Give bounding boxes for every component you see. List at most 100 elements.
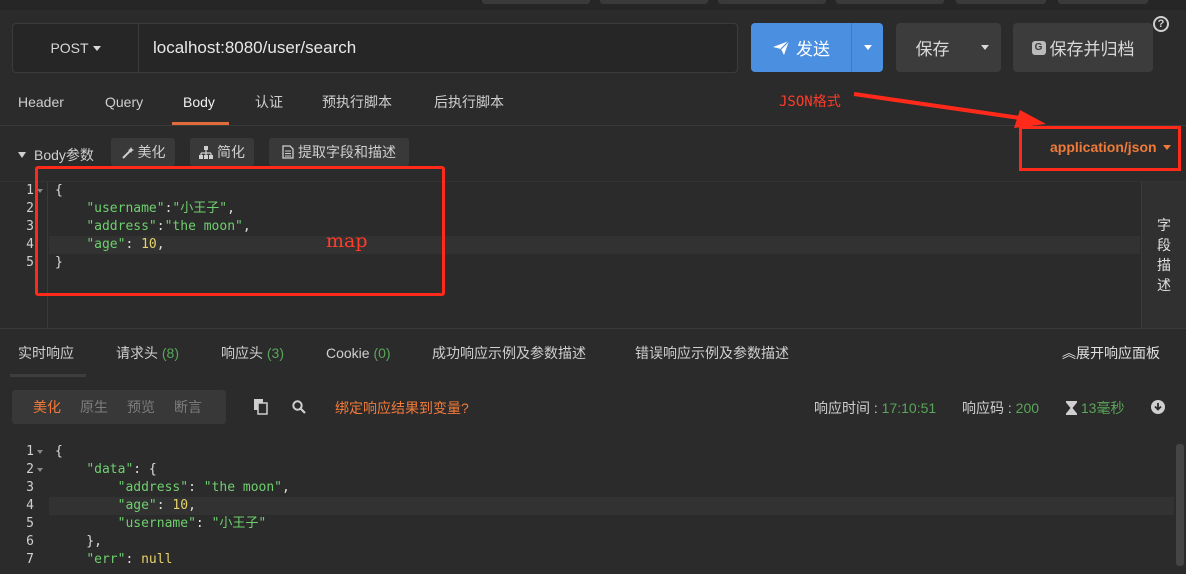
- response-code-value: 200: [1015, 400, 1040, 416]
- response-duration: 13毫秒: [1066, 398, 1124, 418]
- code-line: "age": 10,: [117, 498, 196, 513]
- sitemap-icon: [199, 145, 213, 159]
- side-label-char: 段: [1157, 237, 1171, 253]
- annotation-map: map: [326, 230, 368, 252]
- tab-cookie[interactable]: Cookie (0): [326, 329, 391, 377]
- save-and-archive-button[interactable]: G 保存并归档: [1013, 23, 1153, 72]
- code-line: },: [55, 534, 102, 549]
- response-time-value: 17:10:51: [881, 400, 937, 416]
- top-tab-stub[interactable]: [718, 0, 826, 4]
- url-input[interactable]: localhost:8080/user/search: [153, 24, 356, 72]
- extract-fields-button[interactable]: 提取字段和描述: [269, 138, 409, 166]
- code-line: {: [55, 444, 63, 459]
- method-select[interactable]: POST: [13, 24, 139, 72]
- response-body-viewer[interactable]: 1 2 3 4 5 6 7 { "data": { "address": "th…: [0, 440, 1186, 574]
- line-gutter: 1 2 3 4 5 6 7: [0, 440, 48, 574]
- body-params-label: Body参数: [34, 147, 94, 163]
- tab-success-examples[interactable]: 成功响应示例及参数描述: [432, 329, 586, 377]
- copy-icon[interactable]: [254, 399, 268, 415]
- annotation-box-body: [35, 166, 445, 296]
- line-number: 5: [26, 255, 34, 270]
- tab-label: 成功响应示例及参数描述: [432, 345, 586, 361]
- response-time: 响应时间 : 17:10:51: [814, 398, 936, 418]
- tab-auth[interactable]: 认证: [255, 82, 283, 126]
- save-options-button[interactable]: [969, 23, 1001, 72]
- tab-query[interactable]: Query: [105, 82, 143, 126]
- send-options-button[interactable]: [851, 23, 883, 72]
- top-tab-stub[interactable]: [836, 0, 944, 4]
- annotation-box-content-type: [1019, 126, 1181, 171]
- top-tab-stub[interactable]: [482, 0, 590, 4]
- active-tab-indicator: [172, 122, 229, 125]
- body-params-toggle[interactable]: Body参数: [18, 145, 94, 165]
- view-mode-assert[interactable]: 断言: [174, 390, 202, 424]
- tab-count: (8): [161, 345, 180, 361]
- response-code: 响应码 : 200: [962, 398, 1039, 418]
- active-tab-indicator: [10, 374, 86, 377]
- line-number: 7: [26, 552, 34, 567]
- beautify-button[interactable]: 美化: [111, 138, 175, 166]
- document-icon: [282, 145, 294, 159]
- line-number: 1: [26, 444, 34, 459]
- response-duration-value: 13毫秒: [1080, 400, 1125, 416]
- top-tab-stub[interactable]: [1058, 0, 1148, 4]
- tab-label: 请求头: [116, 345, 158, 361]
- code-line: "data": {: [86, 462, 157, 477]
- active-line-highlight: [49, 497, 1174, 515]
- hourglass-icon: [1066, 401, 1077, 415]
- tab-body[interactable]: Body: [183, 82, 215, 126]
- tab-error-examples[interactable]: 错误响应示例及参数描述: [635, 329, 789, 377]
- simplify-label: 简化: [217, 144, 245, 160]
- line-number: 4: [26, 237, 34, 252]
- top-tab-stub[interactable]: [600, 0, 708, 4]
- tab-label: 响应头: [221, 345, 263, 361]
- code-line: "err": null: [86, 552, 173, 563]
- line-number: 1: [26, 183, 34, 198]
- archive-label: 保存并归档: [1049, 40, 1135, 59]
- side-label-char: 描: [1157, 257, 1171, 273]
- field-description-panel-toggle[interactable]: 字 段 描 述: [1141, 182, 1186, 328]
- response-view-mode-group: 美化 原生 预览 断言: [12, 390, 226, 424]
- fold-icon[interactable]: [37, 450, 43, 454]
- side-label-char: 字: [1157, 217, 1171, 233]
- search-icon[interactable]: [292, 400, 306, 414]
- line-number: 6: [26, 534, 34, 549]
- code-line: "address": "the moon",: [117, 480, 290, 495]
- tab-request-headers[interactable]: 请求头 (8): [116, 329, 179, 377]
- tab-live-response[interactable]: 实时响应: [18, 329, 74, 377]
- send-label: 发送: [796, 40, 830, 59]
- paper-plane-icon: [773, 40, 790, 55]
- tab-pre-script[interactable]: 预执行脚本: [322, 82, 392, 126]
- response-tabs: 实时响应 请求头 (8) 响应头 (3) Cookie (0) 成功响应示例及参…: [0, 328, 1186, 377]
- side-label-char: 述: [1157, 277, 1171, 293]
- line-number: 3: [26, 219, 34, 234]
- tab-label: Cookie: [326, 345, 370, 361]
- tab-count: (3): [266, 345, 285, 361]
- save-button-group: 保存: [896, 23, 1001, 72]
- collapse-icon: [18, 152, 26, 158]
- help-icon[interactable]: ?: [1153, 16, 1169, 32]
- expand-response-panel-button[interactable]: ︽展开响应面板: [1062, 329, 1160, 377]
- line-number: 3: [26, 480, 34, 495]
- view-mode-preview[interactable]: 预览: [127, 390, 155, 424]
- annotation-json-format: JSON格式: [779, 94, 841, 110]
- tab-response-headers[interactable]: 响应头 (3): [221, 329, 284, 377]
- fold-icon[interactable]: [37, 468, 43, 472]
- tab-label: 实时响应: [18, 345, 74, 361]
- line-number: 4: [26, 498, 34, 513]
- download-icon[interactable]: [1151, 400, 1165, 414]
- tab-post-script[interactable]: 后执行脚本: [434, 82, 504, 126]
- save-button[interactable]: 保存: [896, 23, 969, 72]
- view-mode-raw[interactable]: 原生: [80, 390, 108, 424]
- chevron-down-icon: [863, 45, 872, 50]
- top-tab-stub[interactable]: [956, 0, 1046, 4]
- tab-header[interactable]: Header: [18, 82, 64, 126]
- simplify-button[interactable]: 简化: [190, 138, 254, 166]
- response-time-label: 响应时间 :: [814, 400, 882, 416]
- tab-count: (0): [373, 345, 391, 361]
- send-button[interactable]: 发送: [751, 23, 851, 72]
- scrollbar[interactable]: [1176, 444, 1184, 566]
- view-mode-beautify[interactable]: 美化: [33, 390, 61, 424]
- response-code-label: 响应码 :: [962, 400, 1016, 416]
- bind-response-to-variable-link[interactable]: 绑定响应结果到变量?: [335, 398, 469, 418]
